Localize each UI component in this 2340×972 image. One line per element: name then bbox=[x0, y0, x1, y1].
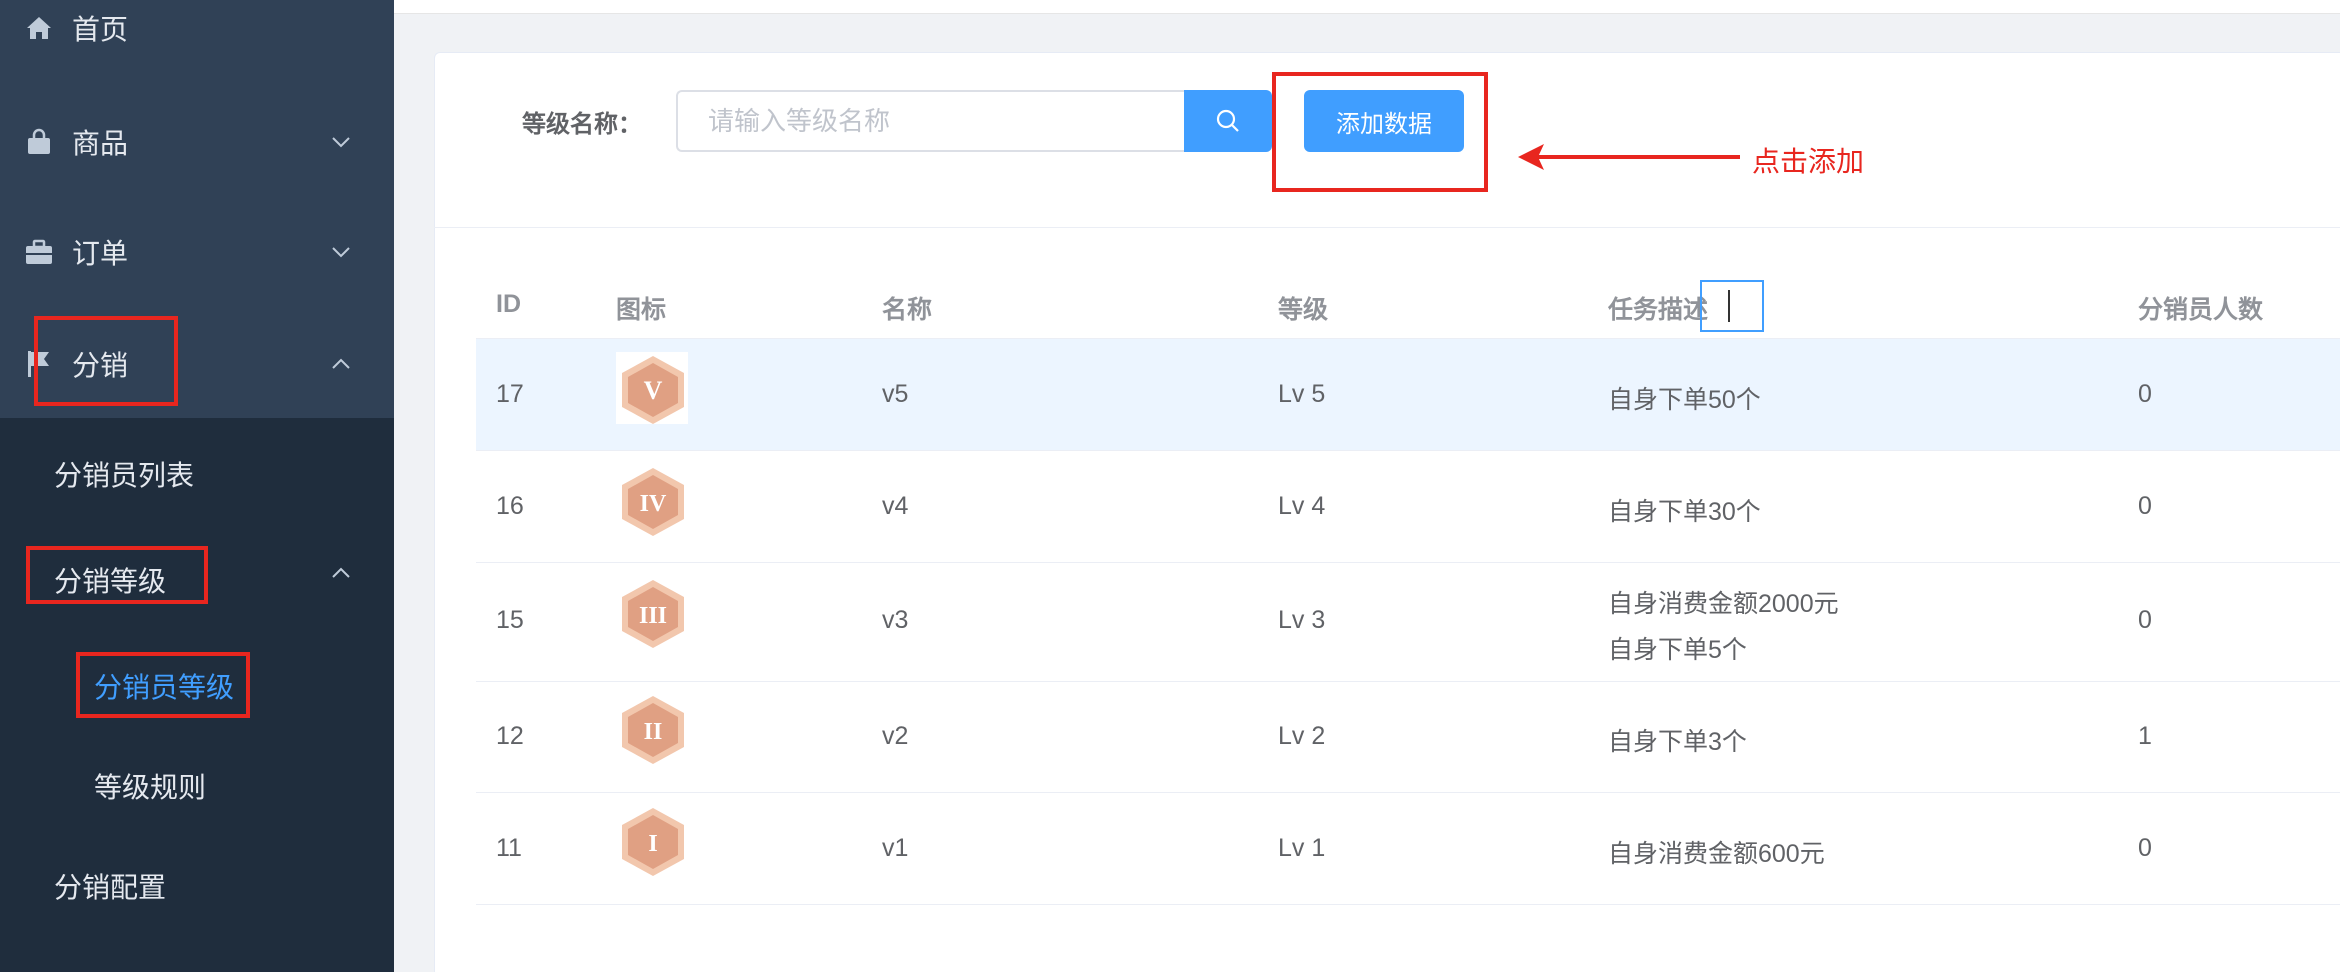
cell-count: 1 bbox=[2138, 722, 2152, 750]
column-header-icon: 图标 bbox=[616, 296, 667, 324]
cell-task: 自身下单50个 bbox=[1608, 386, 1761, 414]
chevron-down-icon bbox=[332, 137, 350, 148]
column-header-id: ID bbox=[496, 290, 521, 318]
annotation-box-distribution-level bbox=[26, 546, 208, 604]
top-bar bbox=[394, 0, 2340, 14]
sidebar-item-label: 订单 bbox=[72, 238, 129, 269]
cell-task: 自身下单5个 bbox=[1608, 636, 1747, 664]
cell-task: 自身消费金额600元 bbox=[1608, 840, 1825, 868]
level-badge-icon: II bbox=[622, 696, 684, 764]
cell-id: 15 bbox=[496, 606, 524, 634]
table-row[interactable] bbox=[476, 451, 2340, 563]
text-cursor-box bbox=[1700, 280, 1764, 332]
cell-count: 0 bbox=[2138, 492, 2152, 520]
badge-text: IV bbox=[640, 491, 667, 517]
cell-level: Lv 2 bbox=[1278, 722, 1326, 750]
badge-text: II bbox=[644, 719, 663, 745]
cell-task: 自身下单3个 bbox=[1608, 728, 1747, 756]
cell-count: 0 bbox=[2138, 606, 2152, 634]
sidebar-item-orders[interactable]: 订单 bbox=[0, 196, 394, 308]
badge-text: V bbox=[644, 376, 663, 405]
level-badge-icon: III bbox=[622, 580, 684, 648]
shopping-bag-icon bbox=[24, 127, 54, 157]
cell-name: v1 bbox=[882, 834, 909, 862]
cell-level: Lv 3 bbox=[1278, 606, 1326, 634]
annotation-box-add-button bbox=[1272, 72, 1488, 192]
home-icon bbox=[24, 13, 54, 43]
cell-level: Lv 4 bbox=[1278, 492, 1326, 520]
sidebar-item-products[interactable]: 商品 bbox=[0, 86, 394, 198]
text-cursor bbox=[1728, 290, 1730, 322]
search-icon bbox=[1216, 109, 1239, 132]
badge-text: III bbox=[639, 603, 667, 629]
level-badge-icon: IV bbox=[622, 468, 684, 536]
column-header-name: 名称 bbox=[882, 296, 933, 324]
submenu-item-level-rules[interactable]: 等级规则 bbox=[94, 766, 206, 806]
chevron-up-icon bbox=[332, 567, 350, 578]
briefcase-icon bbox=[24, 237, 54, 267]
cell-name: v4 bbox=[882, 492, 909, 520]
cell-task: 自身消费金额2000元 bbox=[1608, 590, 1839, 618]
cell-level: Lv 5 bbox=[1278, 380, 1326, 408]
search-input[interactable] bbox=[676, 90, 1184, 152]
table-row[interactable] bbox=[476, 682, 2340, 793]
cell-count: 0 bbox=[2138, 834, 2152, 862]
table-row[interactable] bbox=[476, 339, 2340, 451]
sidebar-item-label: 商品 bbox=[72, 128, 129, 159]
column-header-count: 分销员人数 bbox=[2138, 296, 2264, 324]
cell-name: v2 bbox=[882, 722, 909, 750]
level-badge-icon: V bbox=[622, 356, 684, 424]
cell-id: 11 bbox=[496, 834, 522, 862]
cell-count: 0 bbox=[2138, 380, 2152, 408]
chevron-up-icon bbox=[332, 358, 350, 369]
chevron-down-icon bbox=[332, 247, 350, 258]
cell-id: 12 bbox=[496, 722, 524, 750]
table-row[interactable] bbox=[476, 793, 2340, 905]
level-badge-icon: I bbox=[622, 808, 684, 876]
cell-id: 17 bbox=[496, 380, 524, 408]
annotation-box-distributor-level bbox=[76, 652, 250, 718]
column-header-level: 等级 bbox=[1278, 296, 1329, 324]
submenu-item-distributor-list[interactable]: 分销员列表 bbox=[54, 454, 194, 494]
sidebar: 首页 商品 订单 分销 分销员列表 分销等级 分销员等级 等级规则 分销配置 bbox=[0, 0, 394, 972]
cell-task: 自身下单30个 bbox=[1608, 498, 1761, 526]
cell-id: 16 bbox=[496, 492, 524, 520]
sidebar-item-label: 首页 bbox=[72, 14, 129, 45]
search-label: 等级名称： bbox=[522, 111, 642, 138]
search-button[interactable] bbox=[1184, 90, 1272, 152]
annotation-box-distribution bbox=[34, 316, 178, 406]
sidebar-item-home[interactable]: 首页 bbox=[0, 0, 394, 84]
annotation-hint: 点击添加 bbox=[1752, 146, 1865, 177]
cell-level: Lv 1 bbox=[1278, 834, 1326, 862]
badge-text: I bbox=[648, 831, 657, 857]
cell-name: v3 bbox=[882, 606, 909, 634]
table-row[interactable] bbox=[476, 563, 2340, 682]
annotation-arrow-icon bbox=[1518, 144, 1740, 170]
column-header-task: 任务描述 bbox=[1608, 296, 1709, 324]
submenu-item-distribution-config[interactable]: 分销配置 bbox=[54, 866, 166, 906]
cell-name: v5 bbox=[882, 380, 909, 408]
